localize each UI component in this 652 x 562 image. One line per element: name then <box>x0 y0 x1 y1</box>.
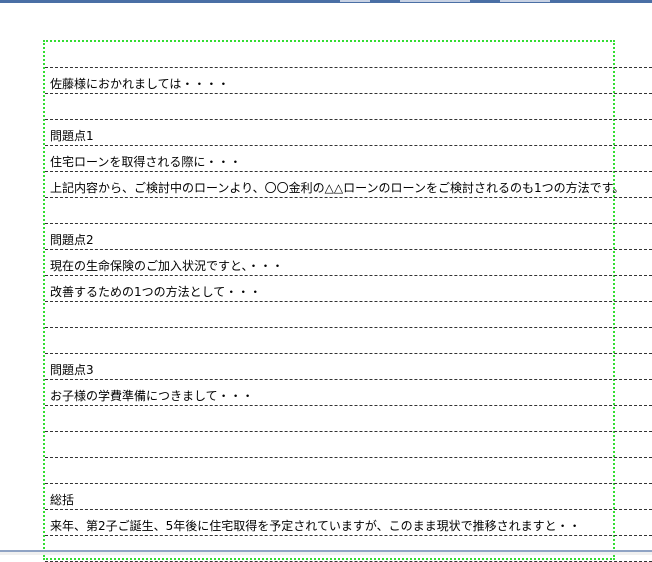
issue-2-improvement: 改善するための1つの方法として・・・ <box>50 285 262 299</box>
ruled-line[interactable] <box>45 328 652 354</box>
ruled-line[interactable] <box>45 406 652 432</box>
ruled-line[interactable]: 問題点2 <box>45 224 652 250</box>
ruled-line[interactable]: お子様の学費準備につきまして・・・ <box>45 380 652 406</box>
ruled-line[interactable] <box>45 198 652 224</box>
top-border-fragments <box>340 0 560 3</box>
issue-1-recommendation: 上記内容から、ご検討中のローンより、〇〇金利の△△ローンのローンをご検討されるの… <box>50 181 625 195</box>
ruled-line[interactable]: 現在の生命保険のご加入状況ですと、・・・ <box>45 250 652 276</box>
ruled-line[interactable]: 問題点3 <box>45 354 652 380</box>
ruled-line[interactable]: 総括 <box>45 484 652 510</box>
greeting-text: 佐藤様におかれましては・・・・ <box>50 77 230 91</box>
ruled-line[interactable] <box>45 94 652 120</box>
ruled-line[interactable]: ・・・・・ <box>45 536 652 562</box>
issue-1-text: 住宅ローンを取得される際に・・・ <box>50 155 242 169</box>
ruled-line[interactable]: 問題点1 <box>45 120 652 146</box>
ruled-line[interactable]: 住宅ローンを取得される際に・・・ <box>45 146 652 172</box>
ruled-line[interactable] <box>45 458 652 484</box>
ruled-line[interactable]: 改善するための1つの方法として・・・ <box>45 276 652 302</box>
issue-3-heading: 問題点3 <box>50 363 94 377</box>
ruled-line[interactable]: 佐藤様におかれましては・・・・ <box>45 68 652 94</box>
issue-2-text: 現在の生命保険のご加入状況ですと、・・・ <box>50 259 284 273</box>
ruled-line[interactable]: 上記内容から、ご検討中のローンより、〇〇金利の△△ローンのローンをご検討されるの… <box>45 172 652 198</box>
ruled-line[interactable]: 来年、第2子ご誕生、5年後に住宅取得を予定されていますが、このまま現状で推移され… <box>45 510 652 536</box>
issue-3-text: お子様の学費準備につきまして・・・ <box>50 389 254 403</box>
ruled-document-body[interactable]: 佐藤様におかれましては・・・・ 問題点1 住宅ローンを取得される際に・・・ 上記… <box>45 42 652 562</box>
summary-text: 来年、第2子ご誕生、5年後に住宅取得を予定されていますが、このまま現状で推移され… <box>50 519 581 533</box>
ruled-line[interactable] <box>45 302 652 328</box>
issue-1-heading: 問題点1 <box>50 129 94 143</box>
issue-2-heading: 問題点2 <box>50 233 94 247</box>
ruled-line[interactable] <box>45 42 652 68</box>
summary-heading: 総括 <box>50 493 75 507</box>
ruled-line[interactable] <box>45 432 652 458</box>
